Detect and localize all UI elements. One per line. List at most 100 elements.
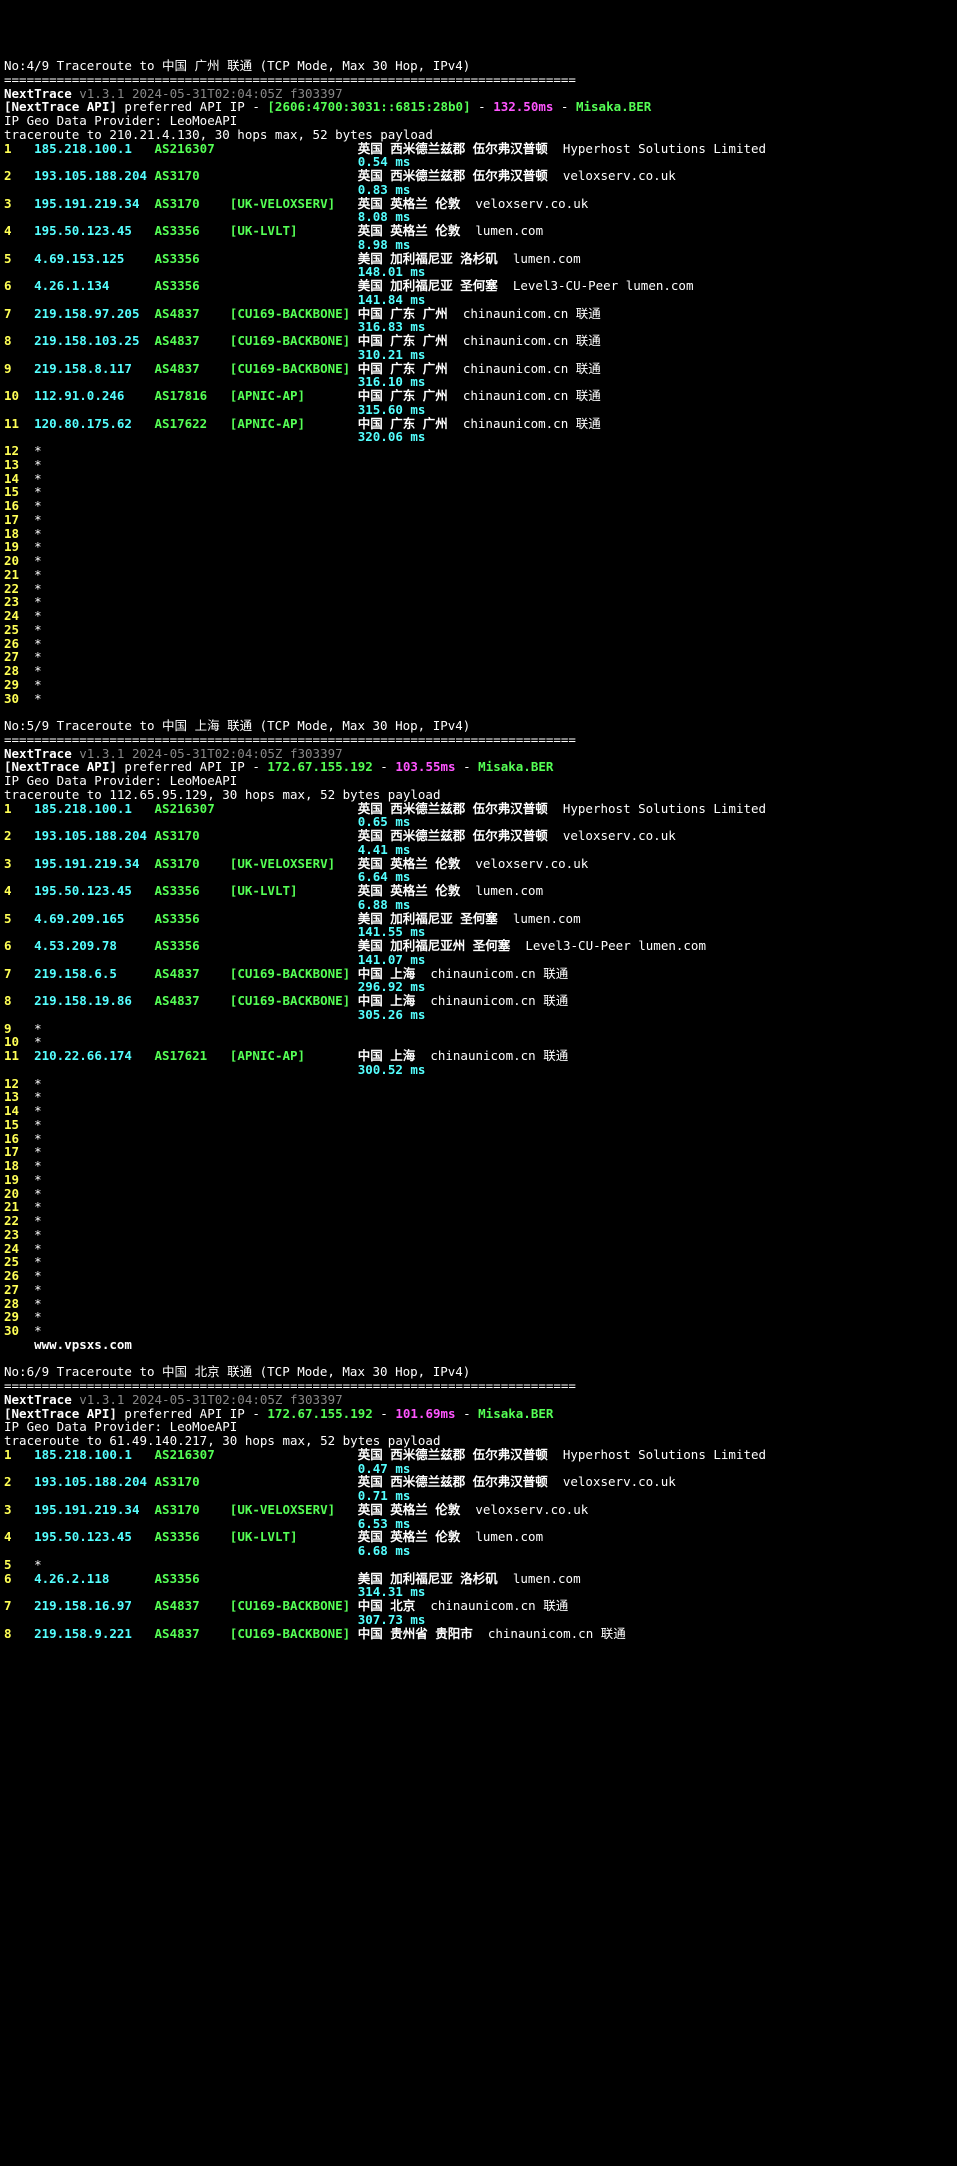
hop-tag: [230, 938, 358, 953]
hop-num: 26: [4, 636, 34, 651]
separator: ========================================…: [4, 1379, 953, 1393]
hop-num: 17: [4, 512, 34, 527]
hop-num: 28: [4, 1296, 34, 1311]
hop-loc: 英国 西米德兰兹郡 伍尔弗汉普顿: [358, 828, 548, 843]
hop-row: 7 219.158.6.5 AS4837 [CU169-BACKBONE] 中国…: [4, 967, 953, 981]
hop-timeout: 12 *: [4, 444, 953, 458]
hop-num: 24: [4, 608, 34, 623]
pad: [4, 182, 358, 197]
hop-asn: AS3170: [155, 1502, 230, 1517]
pad: [4, 237, 358, 252]
hop-num: 2: [4, 828, 34, 843]
hop-timeout: 19 *: [4, 540, 953, 554]
hop-lat-row: 0.83 ms: [4, 183, 953, 197]
hop-lat: 6.88 ms: [358, 897, 411, 912]
hop-tag: [APNIC-AP]: [230, 388, 358, 403]
hop-host: Hyperhost Solutions Limited: [563, 801, 766, 816]
hop-lat: 296.92 ms: [358, 979, 426, 994]
hop-host: chinaunicom.cn: [463, 416, 568, 431]
pad: [4, 897, 358, 912]
hop-ip: 185.218.100.1: [34, 141, 154, 156]
star: *: [34, 484, 42, 499]
hop-num: 6: [4, 278, 34, 293]
hop-tag: [CU169-BACKBONE]: [230, 993, 358, 1008]
hop-asn: AS3356: [155, 251, 230, 266]
hop-ip: 4.53.209.78: [34, 938, 154, 953]
hop-tag: [UK-VELOXSERV]: [230, 856, 358, 871]
hop-timeout: 18 *: [4, 527, 953, 541]
hop-num: 3: [4, 196, 34, 211]
hop-loc: 中国 上海: [358, 993, 416, 1008]
hop-tag: [230, 251, 358, 266]
hop-row: 3 195.191.219.34 AS3170 [UK-VELOXSERV] 英…: [4, 1503, 953, 1517]
hop-timeout: 17 *: [4, 513, 953, 527]
hop-timeout: 24 *: [4, 609, 953, 623]
hop-row: 4 195.50.123.45 AS3356 [UK-LVLT] 英国 英格兰 …: [4, 884, 953, 898]
api-sep: -: [373, 759, 396, 774]
hop-host2: lumen.com: [626, 278, 694, 293]
hop-lat-row: 4.41 ms: [4, 843, 953, 857]
hop-asn: AS3170: [155, 1474, 230, 1489]
api-ip: 172.67.155.192: [267, 759, 372, 774]
hop-loc: 中国 北京: [358, 1598, 416, 1613]
hop-asn: AS17621: [155, 1048, 230, 1063]
pad: [4, 347, 358, 362]
star: *: [34, 553, 42, 568]
star: *: [34, 1199, 42, 1214]
hop-num: 5: [4, 911, 34, 926]
hop-row: 11 210.22.66.174 AS17621 [APNIC-AP] 中国 上…: [4, 1049, 953, 1063]
api-label: [NextTrace API]: [4, 1406, 117, 1421]
hop-num: 1: [4, 141, 34, 156]
geo-line: IP Geo Data Provider: LeoMoeAPI: [4, 774, 953, 788]
hop-timeout: 14 *: [4, 472, 953, 486]
api-text: preferred API IP -: [117, 99, 268, 114]
hop-timeout: 18 *: [4, 1159, 953, 1173]
hop-host: chinaunicom.cn: [488, 1626, 593, 1641]
version-line: NextTrace v1.3.1 2024-05-31T02:04:05Z f3…: [4, 87, 953, 101]
hop-row: 6 4.26.1.134 AS3356 美国 加利福尼亚 圣何塞 Level3-…: [4, 279, 953, 293]
api-sep: -: [456, 759, 479, 774]
hop-host: chinaunicom.cn: [430, 966, 535, 981]
header: No:4/9 Traceroute to 中国 广州 联通 (TCP Mode,…: [4, 58, 470, 73]
pad: [4, 1543, 358, 1558]
hop-num: 4: [4, 1529, 34, 1544]
hop-asn: AS4837: [155, 966, 230, 981]
hop-lat-row: 6.88 ms: [4, 898, 953, 912]
hop-num: 30: [4, 1323, 34, 1338]
geo: IP Geo Data Provider: LeoMoeAPI: [4, 113, 237, 128]
hop-host: Level3-CU-Peer: [525, 938, 630, 953]
hop-timeout: 26 *: [4, 1269, 953, 1283]
watermark: www.vpsxs.com: [4, 1338, 953, 1352]
star: *: [34, 1131, 42, 1146]
hop-tag: [CU169-BACKBONE]: [230, 306, 358, 321]
hop-asn: AS3356: [155, 938, 230, 953]
hop-tag: [UK-VELOXSERV]: [230, 196, 358, 211]
hop-asn: AS3356: [155, 883, 230, 898]
header: No:6/9 Traceroute to 中国 北京 联通 (TCP Mode,…: [4, 1364, 470, 1379]
hop-host: veloxserv.co.uk: [563, 828, 676, 843]
version: v1.3.1 2024-05-31T02:04:05Z f303397: [72, 1392, 343, 1407]
star: *: [34, 1282, 42, 1297]
hop-num: 5: [4, 251, 34, 266]
hop-asn: AS3170: [155, 196, 230, 211]
hop-lat: 316.10 ms: [358, 374, 426, 389]
hop-loc: 中国 贵州省 贵阳市: [358, 1626, 473, 1641]
header: No:5/9 Traceroute to 中国 上海 联通 (TCP Mode,…: [4, 718, 470, 733]
hop-lat: 0.47 ms: [358, 1461, 411, 1476]
api-sep: -: [553, 99, 576, 114]
hop-num: 21: [4, 1199, 34, 1214]
hop-loc: 英国 英格兰 伦敦: [358, 883, 461, 898]
hop-timeout: 10 *: [4, 1035, 953, 1049]
nexttrace: NextTrace: [4, 1392, 72, 1407]
hop-row: 10 112.91.0.246 AS17816 [APNIC-AP] 中国 广东…: [4, 389, 953, 403]
hop-tag: [230, 278, 358, 293]
hop-host2: lumen.com: [638, 938, 706, 953]
star: *: [34, 1103, 42, 1118]
terminal-output: No:4/9 Traceroute to 中国 广州 联通 (TCP Mode,…: [4, 59, 953, 1640]
hop-ip: 219.158.19.86: [34, 993, 154, 1008]
sep: ========================================…: [4, 72, 576, 87]
hop-timeout: 9 *: [4, 1022, 953, 1036]
hop-timeout: 5 *: [4, 1558, 953, 1572]
star: *: [34, 1034, 42, 1049]
hop-lat-row: 141.55 ms: [4, 925, 953, 939]
